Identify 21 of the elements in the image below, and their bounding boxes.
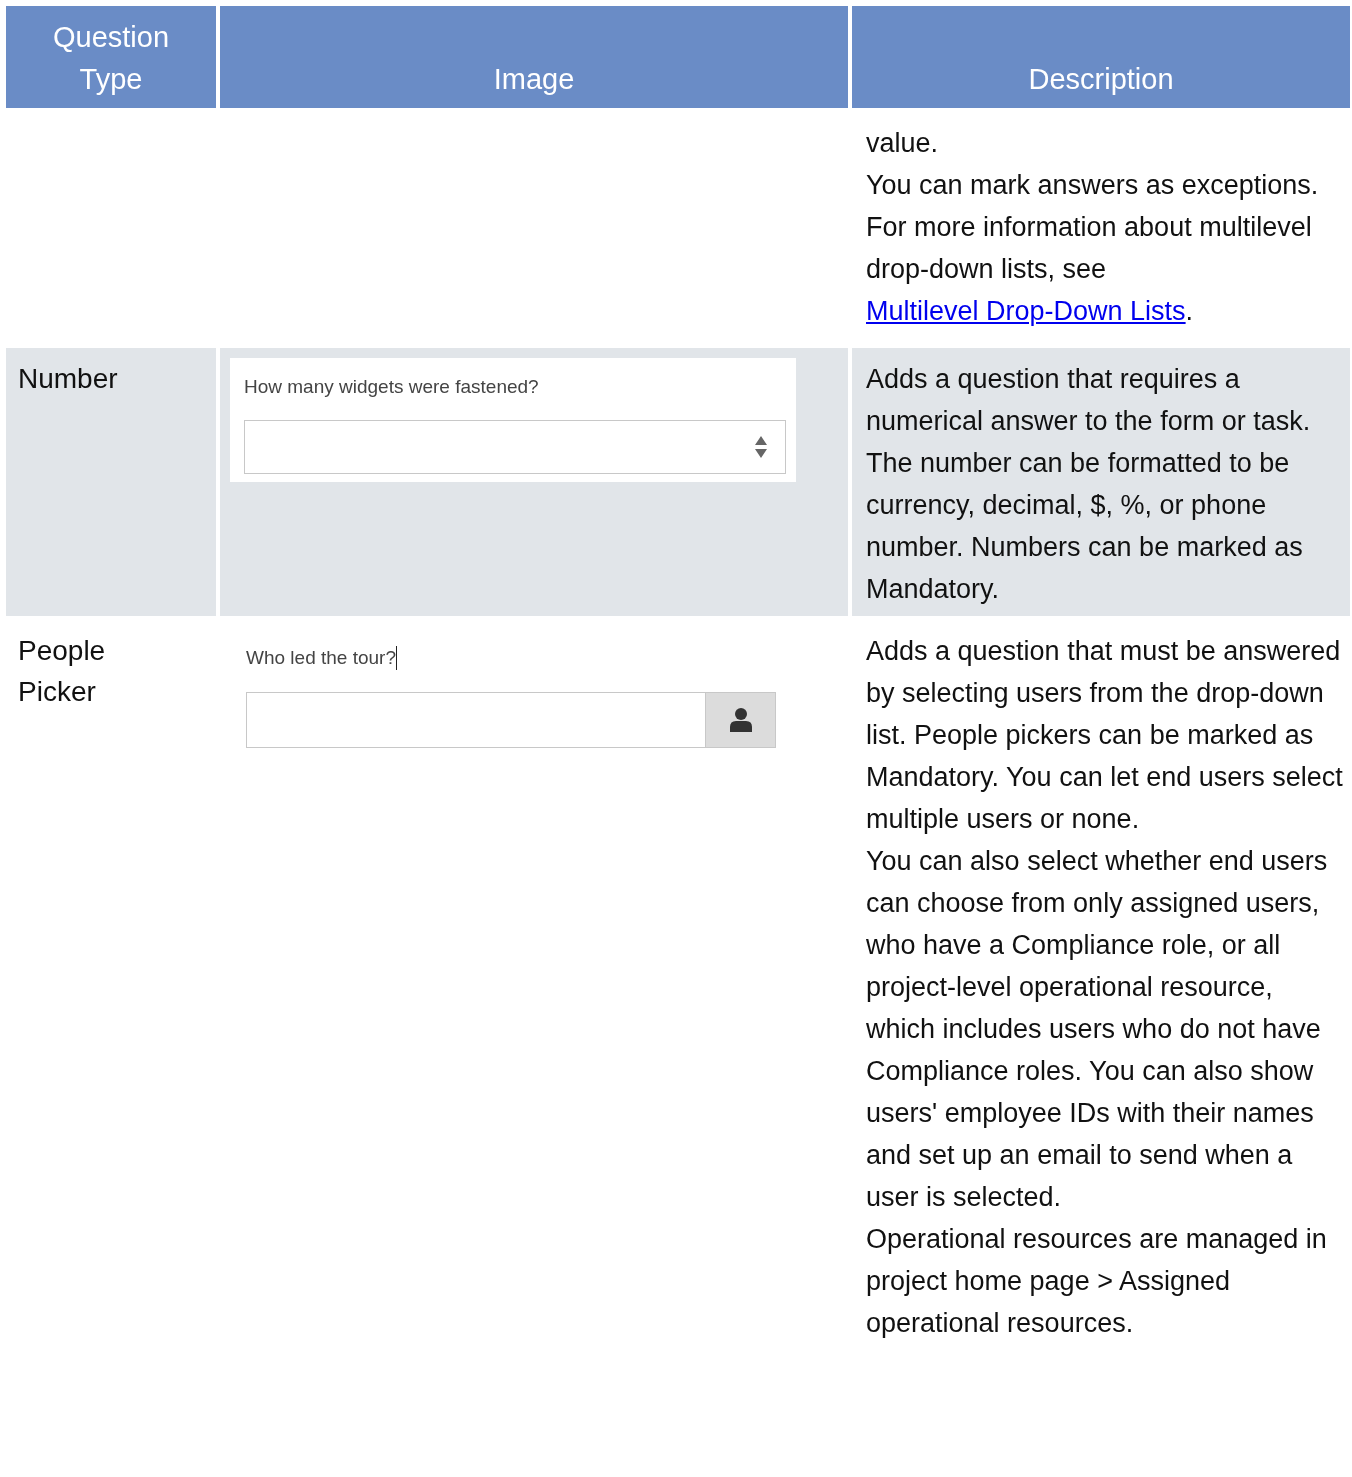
description-text: You can also select whether end users can choose from only assigned users, who have a Compliance role, or all project-level operational resource, which includes users who do not have Compliance roles. You can also show users' employee IDs with their names and set up an email to send when a user is selected. <box>866 845 1329 1214</box>
user-icon <box>729 708 752 732</box>
number-input-field[interactable] <box>244 420 786 474</box>
description-text: For more information about multilevel drop-down lists, see Multilevel Drop-Down Lists. <box>866 211 1313 328</box>
column-header: Description <box>852 6 1350 108</box>
table-cell-text: Number <box>18 362 119 396</box>
description-text: Adds a question that requires a numerical answer to the form or task. The number can be formatted to be currency, decimal, $, %, or phone number. Numbers can be marked as Mandatory. <box>866 363 1312 606</box>
description-text: value. <box>866 127 940 160</box>
question-label: Who led the tour? <box>246 646 396 670</box>
question-label: How many widgets were fastened? <box>244 375 540 399</box>
people-input-field[interactable] <box>246 692 776 748</box>
description-text: Operational resources are managed in project home page > Assigned operational resources. <box>866 1223 1328 1340</box>
table-cell-text: People Picker <box>18 634 107 709</box>
column-header: Question Type <box>6 6 216 108</box>
description-text: Adds a question that must be answered by selecting users from the drop-down list. People pickers can be marked as Mandatory. You can let end users select multiple users or none. <box>866 635 1344 836</box>
column-header: Image <box>220 6 848 108</box>
description-text: You can mark answers as exceptions. <box>866 169 1320 202</box>
spinner-arrows-icon[interactable] <box>755 436 767 458</box>
people-picker-button[interactable] <box>705 693 775 747</box>
text-cursor-icon <box>396 646 397 670</box>
multilevel-lists-link[interactable]: Multilevel Drop-Down Lists <box>866 296 1186 326</box>
